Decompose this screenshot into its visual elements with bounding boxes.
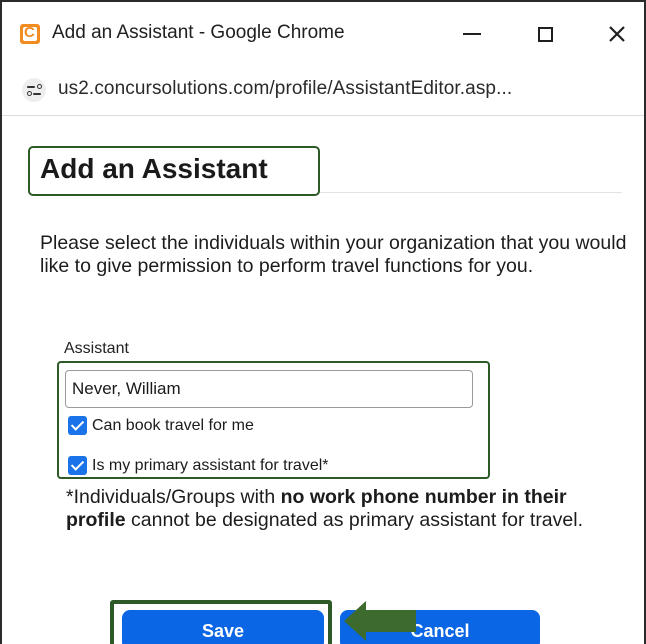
primary-assistant-note: *Individuals/Groups with no work phone n… [66,486,583,531]
window-title: Add an Assistant - Google Chrome [52,22,345,43]
checkbox-checked-icon[interactable] [68,416,87,435]
can-book-travel-label: Can book travel for me [92,416,254,434]
url-text[interactable]: us2.concursolutions.com/profile/Assistan… [58,78,512,100]
assistant-label: Assistant [64,340,129,357]
can-book-travel-checkbox-row[interactable]: Can book travel for me [68,416,254,435]
save-highlight [110,600,332,644]
close-icon[interactable] [599,16,635,52]
checkbox-checked-icon[interactable] [68,456,87,475]
assistant-input[interactable] [65,370,473,408]
pointer-arrow-icon [344,601,416,641]
site-info-icon[interactable] [22,78,46,102]
page-title: Add an Assistant [40,153,268,184]
address-bar: us2.concursolutions.com/profile/Assistan… [2,64,644,116]
primary-assistant-checkbox-row[interactable]: Is my primary assistant for travel* [68,456,329,475]
maximize-icon[interactable] [527,16,563,52]
intro-text: Please select the individuals within you… [40,232,627,277]
page-content: Add an Assistant Please select the indiv… [2,116,644,644]
primary-assistant-label: Is my primary assistant for travel* [92,456,329,474]
minimize-icon[interactable] [454,16,490,52]
title-bar: Add an Assistant - Google Chrome [2,2,644,64]
heading-divider [320,192,622,193]
concur-app-icon [20,24,40,44]
browser-popup-window: Add an Assistant - Google Chrome us2.con… [0,0,646,644]
